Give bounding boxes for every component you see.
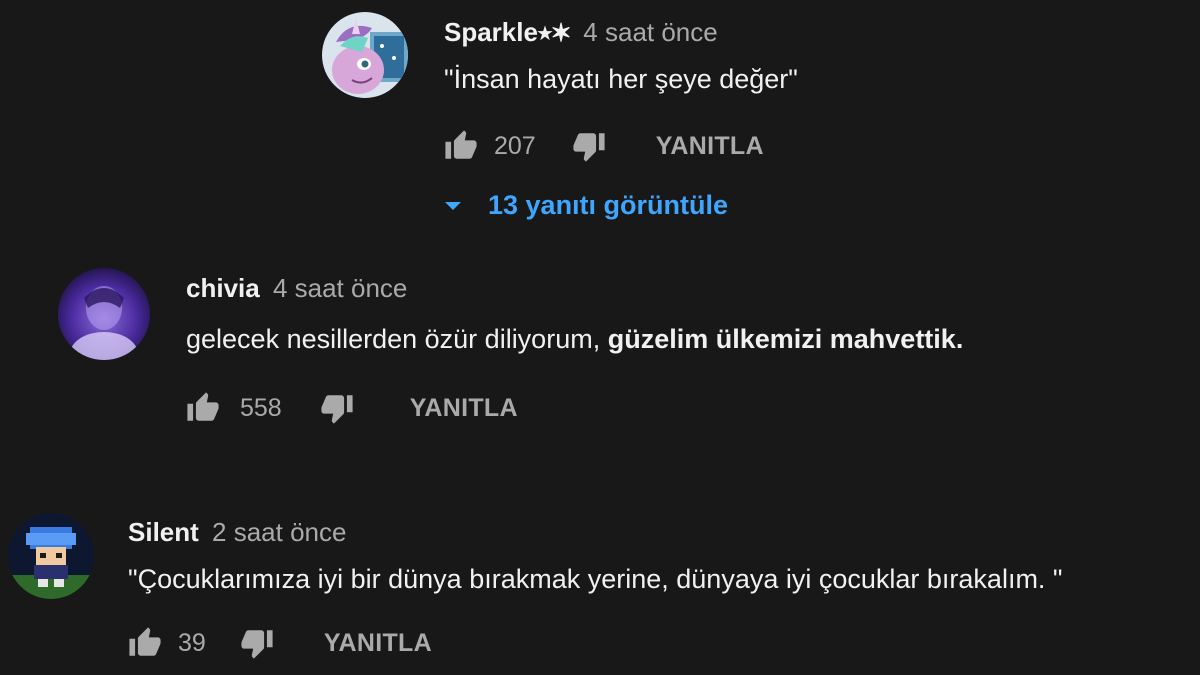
comment-text: gelecek nesillerden özür diliyorum, güze… [186, 326, 963, 353]
comment-time[interactable]: 4 saat önce [273, 273, 407, 303]
reply-button[interactable]: YANITLA [410, 394, 518, 423]
pony-avatar-icon [322, 12, 408, 98]
thumbs-down-icon[interactable] [240, 626, 274, 660]
comment-text-bold: güzelim ülkemizi mahvettik. [607, 324, 964, 354]
like-count: 558 [240, 393, 282, 422]
comment-header: Silent 2 saat önce [128, 519, 346, 545]
reply-button[interactable]: YANITLA [656, 132, 764, 161]
author-name[interactable]: Silent [128, 517, 199, 547]
comment-text: "İnsan hayatı her şeye değer" [444, 64, 798, 94]
comment-actions: 558 YANITLA [186, 390, 518, 426]
comment-time[interactable]: 2 saat önce [212, 517, 346, 547]
comment-text-plain: gelecek nesillerden özür diliyorum, [186, 324, 608, 354]
view-replies-label: 13 yanıtı görüntüle [488, 190, 729, 220]
author-name[interactable]: chivia [186, 273, 260, 303]
avatar[interactable] [322, 12, 408, 98]
comment-actions: 39 YANITLA [128, 625, 432, 661]
author-name[interactable]: Sparkle⭑✶ [444, 17, 570, 47]
thumbs-up-icon[interactable] [444, 129, 478, 163]
thumbs-up-icon[interactable] [128, 626, 162, 660]
avatar[interactable] [58, 268, 150, 360]
caret-down-icon [444, 200, 462, 212]
comment-text: "Çocuklarımıza iyi bir dünya bırakmak ye… [128, 564, 1063, 594]
view-replies-button[interactable]: 13 yanıtı görüntüle [444, 190, 728, 221]
thumbs-up-icon[interactable] [186, 391, 220, 425]
comment-actions: 207 YANITLA [444, 128, 764, 164]
comment-header: Sparkle⭑✶ 4 saat önce [444, 19, 718, 45]
comment-time[interactable]: 4 saat önce [583, 17, 717, 47]
thumbs-down-icon[interactable] [572, 129, 606, 163]
comment-header: chivia 4 saat önce [186, 275, 407, 301]
thumbs-down-icon[interactable] [320, 391, 354, 425]
reply-button[interactable]: YANITLA [324, 629, 432, 658]
pixel-character-avatar-icon [8, 513, 94, 599]
avatar[interactable] [8, 513, 94, 599]
like-count: 39 [178, 628, 206, 657]
purple-avatar-icon [58, 268, 150, 360]
like-count: 207 [494, 131, 536, 160]
